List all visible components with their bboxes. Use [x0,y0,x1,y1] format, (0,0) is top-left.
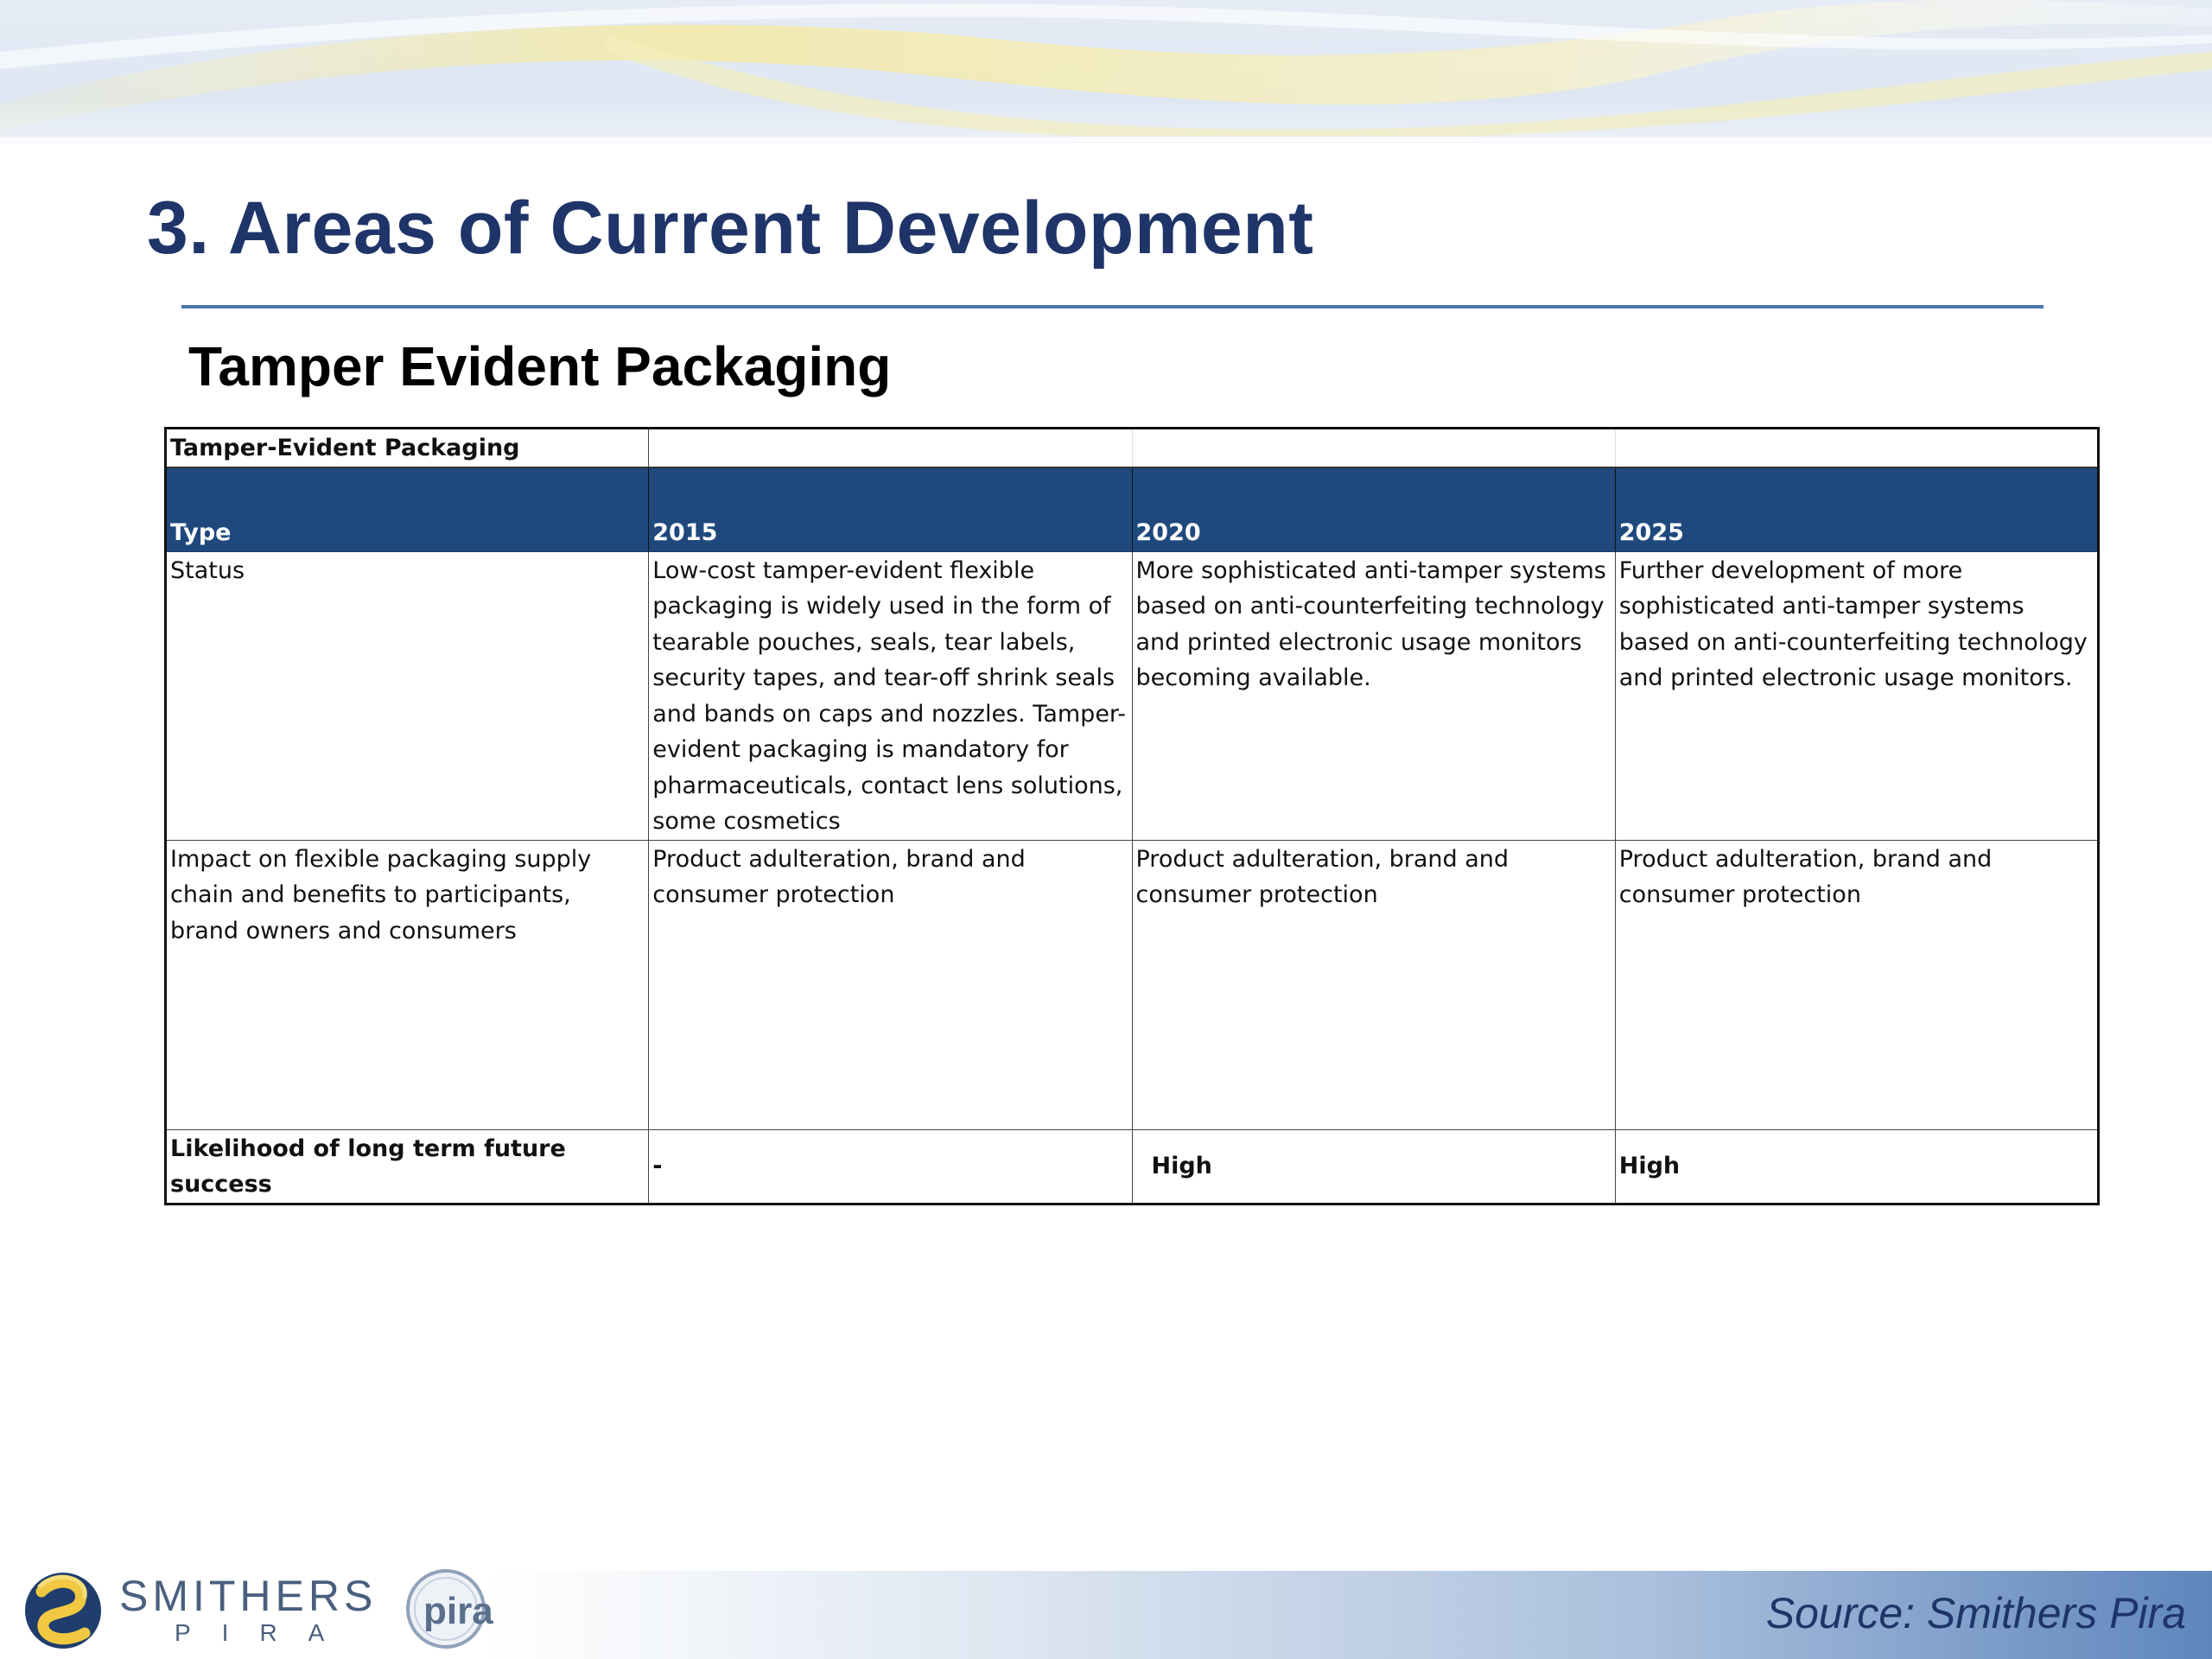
cell-impact-2025: Product adulteration, brand and consumer… [1614,839,2100,1130]
cell-status-2020: More sophisticated anti-tamper systems b… [1131,550,1616,841]
logo-swirl-icon [25,1573,101,1649]
swoosh-graphic [0,0,2212,141]
smithers-pira-logo: SMITHERS PIRA pira [16,1566,493,1656]
top-banner [0,0,2212,143]
logo-wordmark: SMITHERS [119,1572,378,1620]
row-label-likelihood: Likelihood of long term future success [164,1128,650,1205]
tamper-evident-table: Tamper-Evident Packaging Type 2015 2020 … [164,427,2100,1205]
slide-subtitle: Tamper Evident Packaging [188,335,892,397]
table-row: Impact on flexible packaging supply chai… [164,839,2100,1130]
cell-impact-2015: Product adulteration, brand and consumer… [648,839,1133,1130]
cell-status-2015: Low-cost tamper-evident flexible packagi… [648,550,1133,841]
cell-likelihood-2015: - [648,1128,1133,1205]
slide-title: 3. Areas of Current Development [147,187,1314,270]
source-note: Source: Smithers Pira [1765,1589,2186,1637]
banner-divider [0,137,2212,142]
cell-likelihood-2025: High [1614,1128,2100,1205]
table-caption-row: Tamper-Evident Packaging [164,428,2100,468]
table-caption: Tamper-Evident Packaging [164,428,650,468]
row-label-impact: Impact on flexible packaging supply chai… [164,839,650,1130]
header-2015: 2015 [648,467,1133,552]
cell-impact-2020: Product adulteration, brand and consumer… [1131,839,1616,1130]
table-row: Status Low-cost tamper-evident flexible … [164,550,2100,841]
cell-status-2025: Further development of more sophisticate… [1614,550,2100,841]
header-2025: 2025 [1614,467,2100,552]
row-label-status: Status [164,550,650,841]
logo-subtext: PIRA [175,1619,356,1646]
table-row: Likelihood of long term future success -… [164,1128,2100,1205]
table-header-row: Type 2015 2020 2025 [164,467,2100,552]
header-2020: 2020 [1131,467,1616,552]
cell-likelihood-2020: High [1131,1128,1616,1205]
title-rule [181,305,2044,308]
logo-badge-text: pira [423,1590,493,1632]
header-type: Type [164,467,650,552]
